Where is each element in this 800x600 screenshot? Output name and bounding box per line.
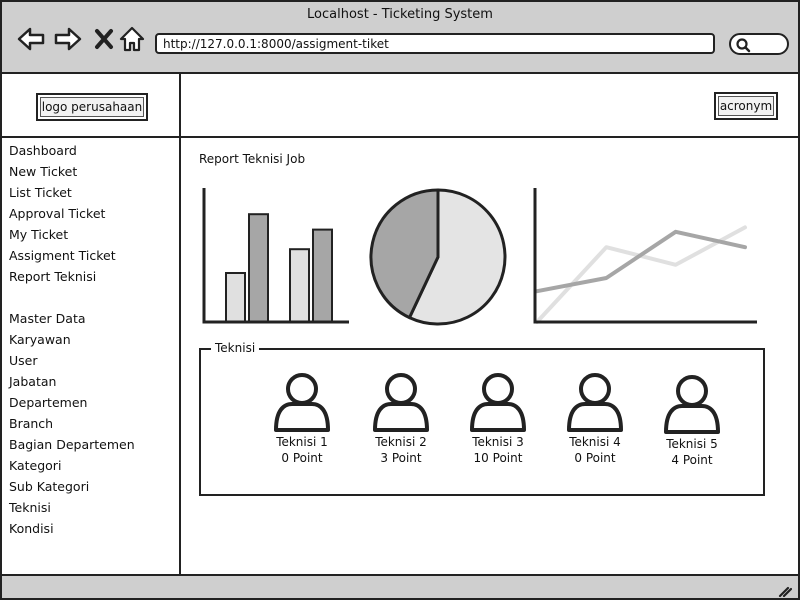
- pie-chart: [369, 188, 507, 326]
- sidebar-item-teknisi[interactable]: Teknisi: [2, 497, 179, 518]
- top-header: acronym: [181, 74, 798, 138]
- teknisi-point: 4 Point: [671, 453, 713, 467]
- teknisi-name: Teknisi 3: [472, 435, 524, 449]
- sidebar-item-karyawan[interactable]: Karyawan: [2, 329, 179, 350]
- teknisi-name: Teknisi 2: [375, 435, 427, 449]
- teknisi-card[interactable]: Teknisi 5 4 Point: [647, 372, 737, 468]
- bar-chart: [202, 188, 349, 324]
- avatar-head: [286, 373, 318, 405]
- bar: [289, 248, 310, 323]
- teknisi-point: 10 Point: [473, 451, 523, 465]
- avatar-body: [664, 404, 720, 434]
- charts-area: [202, 188, 757, 326]
- line-chart: [533, 188, 757, 324]
- resize-grip-icon[interactable]: [778, 582, 793, 600]
- avatar-head: [676, 375, 708, 407]
- teknisi-point: 0 Point: [281, 451, 323, 465]
- sidebar-item-user[interactable]: User: [2, 350, 179, 371]
- sidebar-item-assigment-ticket[interactable]: Assigment Ticket: [2, 245, 179, 266]
- close-x-icon[interactable]: [90, 26, 118, 52]
- teknisi-name: Teknisi 4: [569, 435, 621, 449]
- avatar-body: [470, 402, 526, 432]
- avatar-head: [579, 373, 611, 405]
- sidebar-item-my-ticket[interactable]: My Ticket: [2, 224, 179, 245]
- sidebar-item-jabatan[interactable]: Jabatan: [2, 371, 179, 392]
- logo-area: logo perusahaan: [2, 74, 181, 138]
- user-avatar-icon: [373, 373, 429, 432]
- bar: [248, 213, 269, 323]
- line-axis: [533, 188, 757, 324]
- forward-arrow-icon[interactable]: [54, 26, 82, 52]
- user-avatar-icon: [664, 375, 720, 434]
- sidebar-item-new-ticket[interactable]: New Ticket: [2, 161, 179, 182]
- window-title: Localhost - Ticketing System: [307, 7, 493, 22]
- avatar-head: [385, 373, 417, 405]
- teknisi-card[interactable]: Teknisi 3 10 Point: [453, 370, 543, 466]
- sidebar-item-master-data[interactable]: Master Data: [2, 308, 179, 329]
- sidebar-item-report-teknisi[interactable]: Report Teknisi: [2, 266, 179, 287]
- browser-window: Localhost - Ticketing System http://127.…: [0, 0, 800, 600]
- sidebar-item-list-ticket[interactable]: List Ticket: [2, 182, 179, 203]
- sidebar: Dashboard New Ticket List Ticket Approva…: [2, 138, 181, 574]
- teknisi-card[interactable]: Teknisi 4 0 Point: [550, 370, 640, 466]
- acronym-button[interactable]: acronym: [714, 92, 778, 120]
- teknisi-legend: Teknisi: [211, 341, 260, 355]
- line-series: [535, 229, 747, 294]
- sidebar-item-kondisi[interactable]: Kondisi: [2, 518, 179, 539]
- sidebar-item-branch[interactable]: Branch: [2, 413, 179, 434]
- browser-statusbar: [2, 574, 798, 598]
- sidebar-item-sub-kategori[interactable]: Sub Kategori: [2, 476, 179, 497]
- company-logo-button[interactable]: logo perusahaan: [36, 93, 148, 121]
- sidebar-item-bagian-departemen[interactable]: Bagian Departemen: [2, 434, 179, 455]
- address-bar[interactable]: http://127.0.0.1:8000/assigment-tiket: [155, 33, 715, 54]
- home-icon[interactable]: [118, 26, 146, 52]
- avatar-body: [274, 402, 330, 432]
- search-icon: [735, 37, 751, 57]
- sidebar-item-dashboard[interactable]: Dashboard: [2, 140, 179, 161]
- teknisi-panel: Teknisi Teknisi 1 0 Point Teknisi 2 3 Po…: [199, 341, 765, 496]
- bar: [312, 228, 333, 323]
- user-avatar-icon: [567, 373, 623, 432]
- avatar-body: [567, 402, 623, 432]
- sidebar-item-departemen[interactable]: Departemen: [2, 392, 179, 413]
- teknisi-point: 0 Point: [574, 451, 616, 465]
- browser-titlebar: Localhost - Ticketing System http://127.…: [2, 2, 798, 74]
- avatar-body: [373, 402, 429, 432]
- browser-search-box[interactable]: [729, 33, 789, 55]
- bar: [225, 272, 246, 323]
- teknisi-card[interactable]: Teknisi 2 3 Point: [356, 370, 446, 466]
- avatar-head: [482, 373, 514, 405]
- main-content: Report Teknisi Job Teknisi Teknisi 1 0 P…: [183, 138, 798, 574]
- teknisi-point: 3 Point: [380, 451, 422, 465]
- user-avatar-icon: [274, 373, 330, 432]
- teknisi-card[interactable]: Teknisi 1 0 Point: [257, 370, 347, 466]
- user-avatar-icon: [470, 373, 526, 432]
- back-arrow-icon[interactable]: [17, 26, 45, 52]
- sidebar-item-kategori[interactable]: Kategori: [2, 455, 179, 476]
- sidebar-item-approval-ticket[interactable]: Approval Ticket: [2, 203, 179, 224]
- teknisi-name: Teknisi 5: [666, 437, 718, 451]
- teknisi-name: Teknisi 1: [276, 435, 328, 449]
